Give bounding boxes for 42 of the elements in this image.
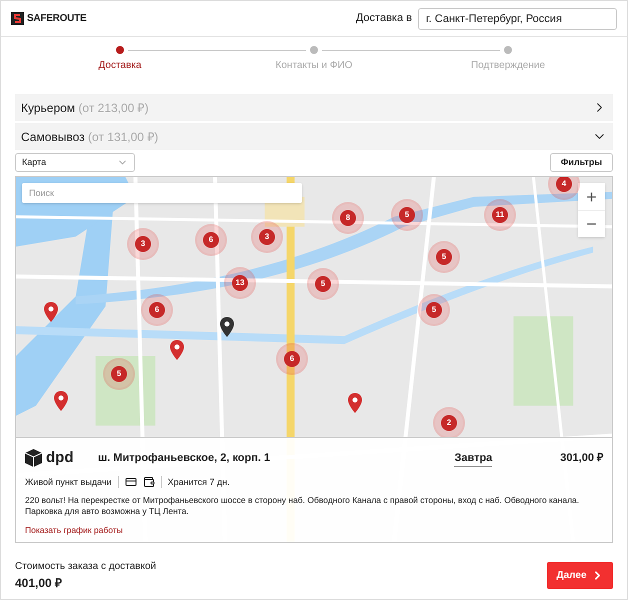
map-search-field[interactable]: Поиск bbox=[22, 183, 302, 203]
cluster-marker[interactable]: 4 bbox=[550, 177, 578, 198]
cluster-marker[interactable]: 6 bbox=[197, 226, 225, 254]
delivery-method-row[interactable]: Самовывоз (от 131,00 ₽) bbox=[15, 123, 613, 150]
city-field[interactable]: г. Санкт-Петербург, Россия bbox=[418, 8, 617, 30]
cluster-marker[interactable]: 5 bbox=[420, 296, 448, 324]
delivery-method-row[interactable]: Курьером (от 213,00 ₽) bbox=[15, 94, 613, 121]
cluster-marker[interactable]: 5 bbox=[309, 270, 337, 298]
cluster-marker[interactable]: 5 bbox=[430, 243, 458, 271]
point-address: ш. Митрофаньевское, 2, корп. 1 bbox=[98, 451, 272, 466]
cluster-marker[interactable]: 13 bbox=[226, 269, 254, 297]
cluster-marker[interactable]: 2 bbox=[435, 409, 463, 437]
zoom-in-button[interactable]: + bbox=[578, 183, 605, 210]
filters-button[interactable]: Фильтры bbox=[550, 153, 613, 172]
logo-text: SAFEROUTE bbox=[27, 12, 86, 26]
cluster-marker[interactable]: 11 bbox=[486, 201, 514, 229]
cluster-marker[interactable]: 5 bbox=[393, 201, 421, 229]
cluster-marker[interactable]: 8 bbox=[334, 204, 362, 232]
total-price: 401,00 ₽ bbox=[15, 575, 64, 592]
delivery-date[interactable]: Завтра bbox=[454, 450, 492, 467]
cluster-marker[interactable]: 5 bbox=[105, 360, 133, 388]
schedule-link[interactable]: Показать график работы bbox=[25, 524, 123, 537]
cluster-marker[interactable]: 6 bbox=[143, 296, 171, 324]
delivery-label: Доставка в bbox=[356, 11, 412, 26]
point-description: 220 вольт! На перекрестке от Митрофаньевского шоссе в сторону наб. Обводного Канала с правой стороны, вход с наб. Обводного канала. Парковка для авто возможна у ТЦ Лента. bbox=[25, 495, 580, 517]
card-icon bbox=[124, 476, 137, 488]
delivery-price: 301,00 ₽ bbox=[560, 451, 603, 466]
cube-icon bbox=[25, 449, 42, 468]
cluster-marker[interactable]: 3 bbox=[253, 223, 281, 251]
view-select[interactable]: Карта bbox=[15, 153, 135, 172]
logo-icon bbox=[11, 12, 24, 25]
zoom-out-button[interactable]: − bbox=[578, 210, 605, 237]
map-pin-icon[interactable] bbox=[220, 317, 234, 337]
next-button[interactable]: Далее bbox=[547, 562, 613, 589]
cluster-marker[interactable]: 3 bbox=[129, 230, 157, 258]
storage-period: Хранится 7 дн. bbox=[168, 476, 230, 489]
carrier-name: dpd bbox=[46, 448, 74, 468]
cluster-marker[interactable]: 6 bbox=[278, 345, 306, 373]
step-label[interactable]: Доставка bbox=[98, 58, 142, 73]
total-label: Стоимость заказа с доставкой bbox=[15, 560, 156, 574]
point-type: Живой пункт выдачи bbox=[25, 476, 112, 489]
wallet-icon bbox=[142, 476, 155, 488]
